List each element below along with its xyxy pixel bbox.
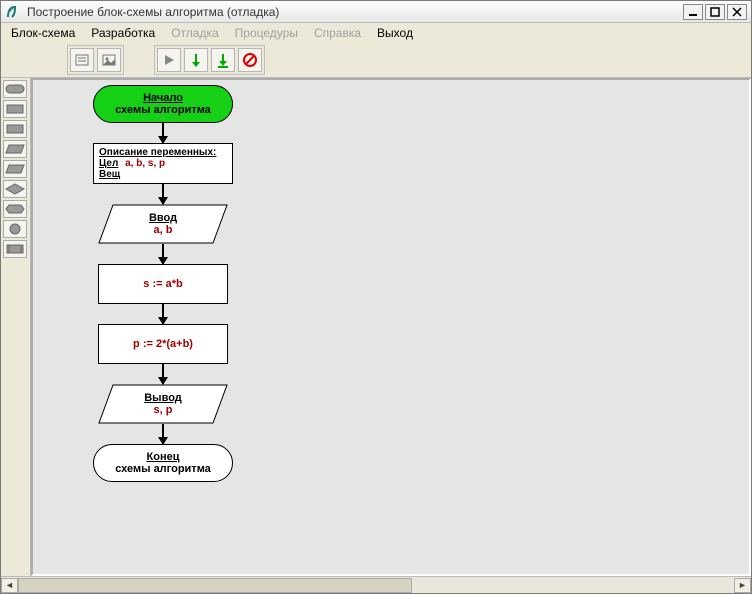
work-area: Начало схемы алгоритма Описание переменн… [1, 77, 751, 576]
toolbar-group-run [154, 45, 265, 75]
edit-scheme-icon[interactable] [70, 48, 94, 72]
canvas[interactable]: Начало схемы алгоритма Описание переменн… [31, 78, 751, 576]
arrow-icon [162, 304, 164, 324]
input-vars: a, b [154, 224, 173, 236]
output-node[interactable]: Вывод s, p [98, 384, 228, 424]
app-window: Построение блок-схемы алгоритма (отладка… [0, 0, 752, 594]
menu-debug: Отладка [171, 26, 218, 40]
output-vars: s, p [154, 404, 173, 416]
step-to-end-icon[interactable] [211, 48, 235, 72]
decl-header: Описание переменных: [99, 147, 227, 158]
scroll-thumb[interactable] [18, 578, 412, 593]
process1-text: s := a*b [143, 278, 182, 290]
process-node-1[interactable]: s := a*b [98, 264, 228, 304]
palette-io-icon[interactable] [3, 140, 27, 158]
horizontal-scrollbar[interactable]: ◄ ► [1, 576, 751, 593]
menubar: Блок-схема Разработка Отладка Процедуры … [1, 23, 751, 43]
decl-real-label: Вещ [99, 169, 120, 180]
maximize-button[interactable] [705, 4, 725, 20]
process-node-2[interactable]: p := 2*(a+b) [98, 324, 228, 364]
flowchart: Начало схемы алгоритма Описание переменн… [63, 85, 263, 482]
palette-terminator-icon[interactable] [3, 80, 27, 98]
arrow-icon [162, 123, 164, 143]
menu-develop[interactable]: Разработка [91, 26, 155, 40]
arrow-icon [162, 424, 164, 444]
start-line1: Начало [98, 92, 228, 104]
palette-subroutine-icon[interactable] [3, 240, 27, 258]
palette-loop-icon[interactable] [3, 200, 27, 218]
process2-text: p := 2*(a+b) [133, 338, 193, 350]
menu-scheme[interactable]: Блок-схема [11, 26, 75, 40]
close-button[interactable] [727, 4, 747, 20]
toolbar-group-edit [67, 45, 124, 75]
palette-process2-icon[interactable] [3, 120, 27, 138]
menu-exit[interactable]: Выход [377, 26, 413, 40]
stop-icon[interactable] [238, 48, 262, 72]
arrow-icon [162, 244, 164, 264]
palette-decision-icon[interactable] [3, 180, 27, 198]
arrow-icon [162, 364, 164, 384]
palette-connector-icon[interactable] [3, 220, 27, 238]
window-title: Построение блок-схемы алгоритма (отладка… [27, 5, 683, 19]
palette-process-icon[interactable] [3, 100, 27, 118]
app-icon [5, 4, 21, 20]
scroll-track[interactable] [18, 578, 734, 593]
play-icon[interactable] [157, 48, 181, 72]
titlebar: Построение блок-схемы алгоритма (отладка… [1, 1, 751, 23]
end-node[interactable]: Конец схемы алгоритма [93, 444, 233, 482]
decl-int-label: Цел [99, 158, 118, 169]
decl-int-vars: a, b, s, p [125, 158, 165, 169]
menu-procedures: Процедуры [235, 26, 298, 40]
scroll-left-icon[interactable]: ◄ [1, 578, 18, 593]
input-node[interactable]: Ввод a, b [98, 204, 228, 244]
minimize-button[interactable] [683, 4, 703, 20]
menu-help: Справка [314, 26, 361, 40]
output-label: Вывод [144, 392, 182, 404]
shape-palette [1, 78, 31, 576]
scroll-right-icon[interactable]: ► [734, 578, 751, 593]
step-down-icon[interactable] [184, 48, 208, 72]
input-label: Ввод [149, 212, 177, 224]
palette-io2-icon[interactable] [3, 160, 27, 178]
image-icon[interactable] [97, 48, 121, 72]
end-line1: Конец [98, 451, 228, 463]
arrow-icon [162, 184, 164, 204]
end-line2: схемы алгоритма [98, 463, 228, 475]
start-line2: схемы алгоритма [98, 104, 228, 116]
toolbar [1, 43, 751, 77]
start-node[interactable]: Начало схемы алгоритма [93, 85, 233, 123]
decl-node[interactable]: Описание переменных: Цел a, b, s, p Вещ [93, 143, 233, 184]
